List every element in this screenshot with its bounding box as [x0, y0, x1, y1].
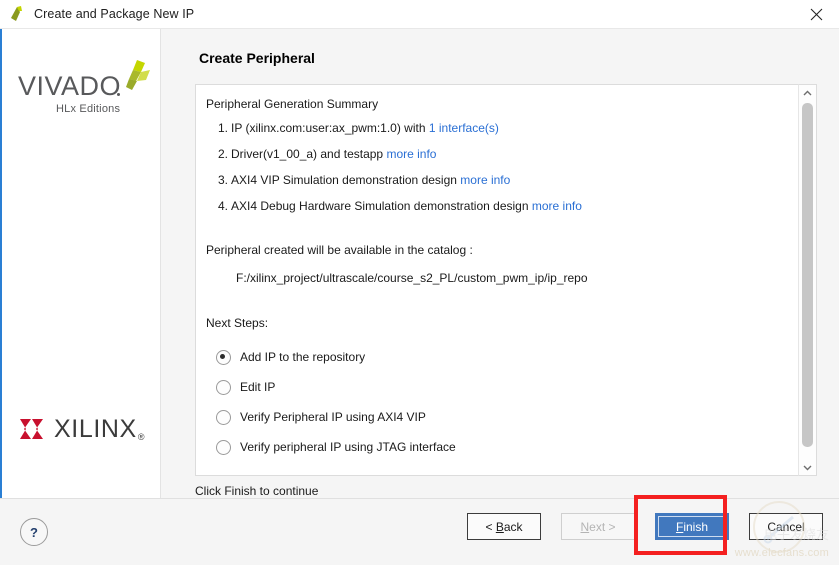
dialog-body: VIVADO HLx Editions: [0, 29, 839, 498]
vivado-edition-label: HLx Editions: [56, 103, 120, 115]
radio-indicator[interactable]: [216, 440, 231, 455]
summary-item-number: 2.: [218, 147, 228, 161]
next-steps-radio-group: Add IP to the repository Edit IP Verify …: [206, 342, 786, 462]
radio-option-verify-jtag[interactable]: Verify peripheral IP using JTAG interfac…: [206, 432, 786, 462]
summary-panel: Peripheral Generation Summary 1.IP (xili…: [195, 84, 798, 476]
vivado-chevron-icon: [118, 59, 152, 93]
radio-indicator[interactable]: [216, 410, 231, 425]
vivado-period: [117, 93, 120, 96]
xilinx-registered-mark: ®: [138, 432, 145, 442]
xilinx-logo-icon: [18, 416, 46, 442]
left-accent-bar: [0, 29, 2, 498]
summary-item-text: Driver(v1_00_a) and testapp: [231, 147, 383, 161]
window-title: Create and Package New IP: [34, 7, 194, 21]
radio-label: Add IP to the repository: [240, 350, 365, 364]
xilinx-wordmark: XILINX®: [54, 417, 145, 442]
scrollbar-track[interactable]: [799, 101, 816, 459]
branding-sidebar: VIVADO HLx Editions: [0, 29, 161, 498]
title-bar: Create and Package New IP: [0, 0, 839, 29]
summary-item-text: IP (xilinx.com:user:ax_pwm:1.0) with: [231, 121, 426, 135]
main-content: Create Peripheral Peripheral Generation …: [161, 29, 839, 498]
summary-heading: Peripheral Generation Summary: [206, 97, 786, 111]
cancel-button[interactable]: Cancel: [749, 513, 823, 540]
scrollbar-thumb[interactable]: [802, 103, 813, 447]
next-steps-label: Next Steps:: [206, 316, 786, 330]
finish-hint: Click Finish to continue: [195, 484, 839, 498]
chevron-up-icon[interactable]: [799, 85, 816, 101]
close-icon[interactable]: [794, 0, 839, 28]
finish-button-label: Finish: [676, 520, 708, 534]
dialog-window: Create and Package New IP VIVADO HLx Edi…: [0, 0, 839, 565]
radio-option-add-ip[interactable]: Add IP to the repository: [206, 342, 786, 372]
dialog-button-row: < Back Next > Finish Cancel: [467, 513, 823, 540]
xilinx-logo: XILINX®: [18, 414, 160, 444]
summary-scrollbar[interactable]: [798, 84, 817, 476]
summary-item: 3.AXI4 VIP Simulation demonstration desi…: [218, 173, 786, 187]
summary-panel-wrap: Peripheral Generation Summary 1.IP (xili…: [195, 84, 817, 476]
vivado-logo: VIVADO HLx Editions: [18, 59, 146, 121]
xilinx-wordmark-text: XILINX: [54, 415, 137, 443]
help-button[interactable]: ?: [20, 518, 48, 546]
vivado-icon: [8, 5, 28, 23]
summary-item-link[interactable]: 1 interface(s): [429, 121, 499, 135]
summary-item-text: AXI4 VIP Simulation demonstration design: [231, 173, 457, 187]
radio-label: Edit IP: [240, 380, 275, 394]
back-button-label: < Back: [485, 520, 522, 534]
summary-item-link[interactable]: more info: [532, 199, 582, 213]
radio-label: Verify Peripheral IP using AXI4 VIP: [240, 410, 426, 424]
catalog-path: F:/xilinx_project/ultrascale/course_s2_P…: [236, 271, 786, 285]
summary-item: 4.AXI4 Debug Hardware Simulation demonst…: [218, 199, 786, 213]
watermark-url: www.elecfans.com: [735, 547, 829, 559]
vivado-wordmark: VIVADO: [18, 73, 121, 100]
back-button[interactable]: < Back: [467, 513, 541, 540]
finish-button-slot: Finish: [655, 513, 729, 540]
radio-indicator[interactable]: [216, 350, 231, 365]
next-button: Next >: [561, 513, 635, 540]
summary-item-number: 4.: [218, 199, 228, 213]
summary-item-link[interactable]: more info: [386, 147, 436, 161]
summary-item-link[interactable]: more info: [460, 173, 510, 187]
help-icon: ?: [30, 525, 38, 540]
radio-label: Verify peripheral IP using JTAG interfac…: [240, 440, 456, 454]
cancel-button-label: Cancel: [767, 520, 804, 534]
summary-item-number: 3.: [218, 173, 228, 187]
summary-item-text: AXI4 Debug Hardware Simulation demonstra…: [231, 199, 529, 213]
radio-option-edit-ip[interactable]: Edit IP: [206, 372, 786, 402]
chevron-down-icon[interactable]: [799, 459, 816, 475]
radio-option-verify-axi4-vip[interactable]: Verify Peripheral IP using AXI4 VIP: [206, 402, 786, 432]
radio-indicator[interactable]: [216, 380, 231, 395]
next-button-label: Next >: [580, 520, 615, 534]
page-title: Create Peripheral: [199, 50, 839, 66]
summary-item-number: 1.: [218, 121, 228, 135]
catalog-note: Peripheral created will be available in …: [206, 243, 786, 257]
finish-button[interactable]: Finish: [655, 513, 729, 540]
summary-item: 2.Driver(v1_00_a) and testapp more info: [218, 147, 786, 161]
summary-list: 1.IP (xilinx.com:user:ax_pwm:1.0) with 1…: [206, 121, 786, 213]
summary-item: 1.IP (xilinx.com:user:ax_pwm:1.0) with 1…: [218, 121, 786, 135]
dialog-footer: ? < Back Next > Finish Cancel: [0, 498, 839, 565]
